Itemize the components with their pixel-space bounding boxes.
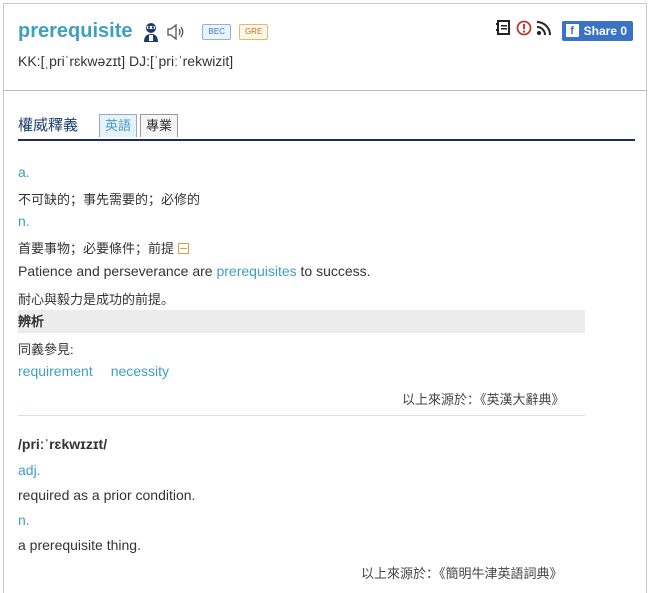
example-link[interactable]: prerequisites [216, 263, 296, 279]
report-icon[interactable] [516, 20, 532, 41]
analysis-header: 辨析 [18, 310, 585, 333]
facebook-icon: f [565, 24, 579, 37]
definition-adjective-2: required as a prior condition. [18, 487, 196, 503]
notebook-icon[interactable] [495, 20, 512, 41]
definition-tabs: 權威釋義 英語 專業 [18, 112, 635, 141]
entry-divider [18, 415, 585, 416]
entry2-pronunciation: /priːˈrɛkwɪzɪt/ [18, 436, 108, 452]
pos-adjective: a. [18, 164, 30, 180]
definition-noun-2: a prerequisite thing. [18, 537, 141, 553]
synonym-link[interactable]: necessity [111, 363, 169, 379]
source-citation-2: 以上來源於：《簡明牛津英語詞典》 [361, 566, 563, 581]
speaker-icon[interactable] [166, 23, 186, 40]
synonyms-label: 同義參見: [18, 342, 74, 357]
example-translation: 耐心與毅力是成功的前提。 [18, 292, 175, 307]
header-divider [3, 90, 647, 91]
definition-noun-row: 首要事物；必要條件；前提 [18, 238, 190, 257]
pos-noun: n. [18, 213, 30, 229]
example-after: to success. [296, 263, 371, 279]
headword: prerequisite [18, 20, 133, 42]
tab-english[interactable]: 英語 [99, 114, 138, 137]
pronunciation: KK:[ˌpriˈrɛkwəzɪt] DJ:[ˈpriːˈrekwizit] [18, 53, 234, 69]
rss-icon[interactable] [536, 20, 552, 41]
analysis-label: 辨析 [18, 314, 45, 329]
source-citation: 以上來源於：《英漢大辭典》 [402, 392, 565, 407]
example-before: Patience and perseverance are [18, 263, 217, 279]
share-label: Share 0 [583, 23, 627, 38]
user-learner-icon[interactable] [142, 22, 160, 42]
bec-tag: BEC [202, 23, 231, 40]
pos-adjective-2: adj. [18, 462, 41, 478]
synonym-list: requirement necessity [18, 363, 187, 379]
synonym-link[interactable]: requirement [18, 363, 93, 379]
definition-noun: 首要事物；必要條件；前提 [18, 241, 175, 256]
definition-adjective: 不可缺的；事先需要的；必修的 [18, 192, 201, 207]
collapse-icon[interactable] [178, 243, 190, 255]
toolbar: f Share 0 [495, 20, 633, 41]
tab-professional[interactable]: 專業 [140, 114, 179, 137]
section-title: 權威釋義 [18, 117, 79, 134]
gre-tag: GRE [238, 23, 269, 40]
pos-noun-2: n. [18, 512, 30, 528]
facebook-share-button[interactable]: f Share 0 [561, 20, 633, 41]
example-sentence: Patience and perseverance are prerequisi… [18, 263, 371, 279]
word-header: prerequisite BEC GRE [18, 20, 269, 43]
